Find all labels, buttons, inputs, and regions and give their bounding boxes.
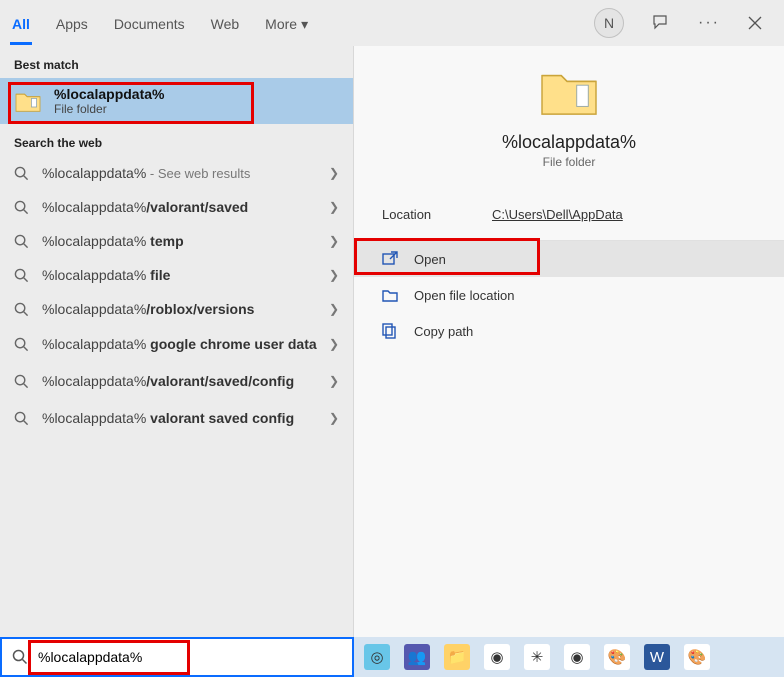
preview-block: %localappdata% File folder	[354, 54, 784, 189]
location-value[interactable]: C:\Users\Dell\AppData	[492, 207, 623, 222]
chevron-right-icon[interactable]: ❯	[329, 337, 339, 351]
chevron-right-icon[interactable]: ❯	[329, 200, 339, 214]
taskbar-slack[interactable]: ✳	[524, 644, 550, 670]
search-web-header: Search the web	[0, 124, 353, 156]
taskbar-chrome2[interactable]: ◉	[564, 644, 590, 670]
tab-all[interactable]: All	[12, 4, 30, 43]
preview-subtitle: File folder	[543, 155, 596, 169]
search-icon	[14, 374, 30, 389]
chevron-right-icon[interactable]: ❯	[329, 234, 339, 248]
close-icon[interactable]	[748, 16, 762, 30]
best-match-title: %localappdata%	[54, 86, 164, 102]
web-result[interactable]: %localappdata% temp ❯	[0, 224, 353, 258]
search-icon	[14, 337, 30, 352]
results-pane: Best match %localappdata% File folder Se…	[0, 46, 354, 637]
preview-pane: %localappdata% File folder Location C:\U…	[354, 46, 784, 637]
action-open[interactable]: Open	[354, 241, 784, 277]
taskbar-edge[interactable]: ◎	[364, 644, 390, 670]
feedback-icon[interactable]	[652, 14, 670, 32]
taskbar-explorer[interactable]: 📁	[444, 644, 470, 670]
chevron-right-icon[interactable]: ❯	[329, 166, 339, 180]
chevron-right-icon[interactable]: ❯	[329, 411, 339, 425]
best-match-item[interactable]: %localappdata% File folder	[0, 78, 353, 124]
web-result[interactable]: %localappdata% - See web results ❯	[0, 156, 353, 190]
result-text: %localappdata% valorant saved config	[42, 409, 317, 428]
action-label: Copy path	[414, 324, 473, 339]
web-result[interactable]: %localappdata% valorant saved config ❯	[0, 400, 353, 437]
search-icon	[14, 200, 30, 215]
result-text: %localappdata% google chrome user data	[42, 335, 317, 354]
tab-documents[interactable]: Documents	[114, 4, 185, 43]
chevron-right-icon[interactable]: ❯	[329, 268, 339, 282]
location-label: Location	[382, 207, 492, 222]
search-bar-container	[0, 637, 354, 677]
more-icon[interactable]: ···	[698, 14, 720, 32]
user-initial: N	[604, 15, 614, 31]
folder-icon	[14, 89, 42, 113]
result-text: %localappdata%/valorant/saved/config	[42, 372, 317, 391]
folder-icon	[538, 64, 600, 132]
best-match-subtitle: File folder	[54, 102, 164, 116]
web-result[interactable]: %localappdata% file ❯	[0, 258, 353, 292]
action-open-file-location[interactable]: Open file location	[354, 277, 784, 313]
action-label: Open file location	[414, 288, 514, 303]
search-icon	[14, 302, 30, 317]
search-bar[interactable]	[0, 637, 354, 677]
tab-more[interactable]: More ▾	[265, 4, 308, 43]
search-icon	[14, 166, 30, 181]
title-controls: N ···	[594, 8, 762, 38]
tab-apps[interactable]: Apps	[56, 4, 88, 43]
web-results: %localappdata% - See web results ❯ %loca…	[0, 156, 353, 437]
best-match-header: Best match	[0, 46, 353, 78]
actions: Open Open file location Copy path	[354, 240, 784, 349]
tab-web[interactable]: Web	[211, 4, 240, 43]
action-label: Open	[414, 252, 446, 267]
best-match-text: %localappdata% File folder	[54, 86, 164, 116]
taskbar-paint2[interactable]: 🎨	[684, 644, 710, 670]
result-text: %localappdata%/roblox/versions	[42, 301, 317, 317]
search-icon	[14, 411, 30, 426]
preview-title: %localappdata%	[502, 132, 636, 153]
user-avatar[interactable]: N	[594, 8, 624, 38]
location-row: Location C:\Users\Dell\AppData	[354, 189, 784, 240]
taskbar: ◎ 👥 📁 ◉ ✳ ◉ 🎨 W 🎨	[354, 637, 784, 677]
search-input[interactable]	[38, 649, 342, 665]
web-result[interactable]: %localappdata%/valorant/saved/config ❯	[0, 363, 353, 400]
taskbar-word[interactable]: W	[644, 644, 670, 670]
chevron-right-icon[interactable]: ❯	[329, 374, 339, 388]
bottom-strip: ◎ 👥 📁 ◉ ✳ ◉ 🎨 W 🎨	[0, 637, 784, 677]
action-copy-path[interactable]: Copy path	[354, 313, 784, 349]
result-text: %localappdata% - See web results	[42, 165, 317, 181]
search-icon	[14, 268, 30, 283]
chevron-right-icon[interactable]: ❯	[329, 302, 339, 316]
taskbar-paint1[interactable]: 🎨	[604, 644, 630, 670]
chevron-down-icon: ▾	[301, 16, 308, 33]
result-text: %localappdata% file	[42, 267, 317, 283]
tabs: All Apps Documents Web More ▾	[12, 4, 594, 43]
folder-open-icon	[382, 287, 398, 303]
tab-bar: All Apps Documents Web More ▾ N ···	[0, 0, 784, 46]
search-icon	[12, 649, 28, 665]
main: Best match %localappdata% File folder Se…	[0, 46, 784, 637]
result-text: %localappdata% temp	[42, 233, 317, 249]
web-result[interactable]: %localappdata%/valorant/saved ❯	[0, 190, 353, 224]
copy-icon	[382, 323, 398, 339]
web-result[interactable]: %localappdata% google chrome user data ❯	[0, 326, 353, 363]
result-text: %localappdata%/valorant/saved	[42, 199, 317, 215]
taskbar-teams[interactable]: 👥	[404, 644, 430, 670]
open-icon	[382, 251, 398, 267]
taskbar-chrome1[interactable]: ◉	[484, 644, 510, 670]
web-result[interactable]: %localappdata%/roblox/versions ❯	[0, 292, 353, 326]
search-icon	[14, 234, 30, 249]
